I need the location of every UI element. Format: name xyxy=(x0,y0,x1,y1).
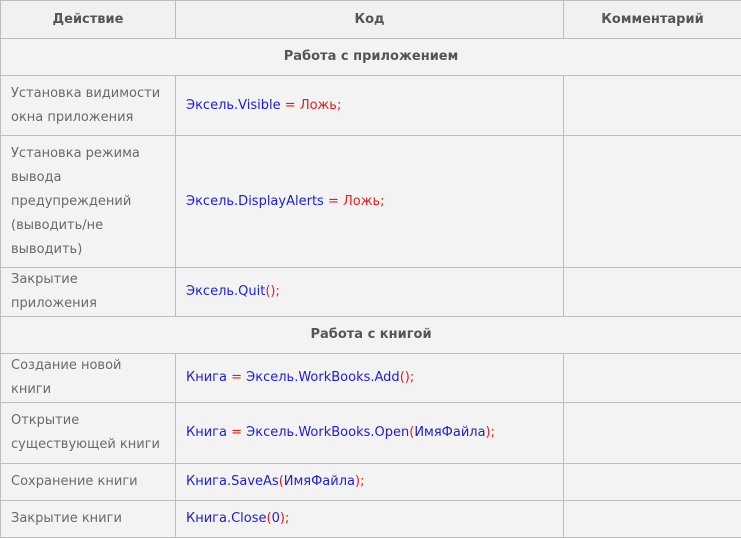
code-token: = xyxy=(227,425,246,440)
action-cell: Открытие существующей книги xyxy=(1,403,176,464)
code-line: Книга.Close(0); xyxy=(186,511,289,526)
table-row: Сохранение книги Книга.SaveAs(ИмяФайла); xyxy=(1,464,741,501)
comment-cell xyxy=(564,354,741,403)
code-token: = xyxy=(227,370,246,385)
code-token: Эксель.Quit xyxy=(186,284,265,299)
table-row: Установка режима вывода предупреждений (… xyxy=(1,136,741,268)
action-cell: Установка видимости окна приложения xyxy=(1,76,176,136)
section-row: Работа с приложением xyxy=(1,39,741,76)
comment-cell xyxy=(564,501,741,538)
code-cell: Эксель.DisplayAlerts = Ложь; xyxy=(176,136,564,268)
code-token: Эксель.DisplayAlerts xyxy=(186,194,324,209)
code-token: ); xyxy=(355,474,364,489)
action-cell: Закрытие книги xyxy=(1,501,176,538)
code-line: Книга = Эксель.WorkBooks.Open(ИмяФайла); xyxy=(186,425,495,440)
code-token: Книга xyxy=(186,425,227,440)
code-line: Эксель.Quit(); xyxy=(186,284,280,299)
action-cell: Закрытие приложения xyxy=(1,268,176,317)
reference-table: Действие Код Комментарий Работа с прилож… xyxy=(0,0,741,538)
code-token: = xyxy=(281,98,300,113)
code-token: 0 xyxy=(272,511,280,526)
code-token: Эксель.WorkBooks.Open xyxy=(246,425,409,440)
code-token: (); xyxy=(400,370,415,385)
section-title: Работа с приложением xyxy=(1,39,741,76)
comment-cell xyxy=(564,403,741,464)
code-token: ; xyxy=(380,194,384,209)
comment-cell xyxy=(564,136,741,268)
code-cell: Эксель.Quit(); xyxy=(176,268,564,317)
code-token: Книга.SaveAs xyxy=(186,474,279,489)
code-token: ); xyxy=(280,511,289,526)
action-cell: Создание новой книги xyxy=(1,354,176,403)
code-line: Эксель.Visible = Ложь; xyxy=(186,98,341,113)
code-token: = xyxy=(324,194,343,209)
table-row: Создание новой книги Книга = Эксель.WorkB… xyxy=(1,354,741,403)
table-body: Работа с приложениемУстановка видимости … xyxy=(1,39,741,538)
code-token: ИмяФайла xyxy=(284,474,355,489)
comment-cell xyxy=(564,268,741,317)
code-token: Книга.Close xyxy=(186,511,267,526)
table-row: Закрытие книги Книга.Close(0); xyxy=(1,501,741,538)
code-token: ИмяФайла xyxy=(414,425,485,440)
code-token: Эксель.WorkBooks.Add xyxy=(246,370,400,385)
code-token: ; xyxy=(337,98,341,113)
action-cell: Сохранение книги xyxy=(1,464,176,501)
code-line: Эксель.DisplayAlerts = Ложь; xyxy=(186,194,385,209)
header-row: Действие Код Комментарий xyxy=(1,1,741,39)
comment-cell xyxy=(564,464,741,501)
code-cell: Книга = Эксель.WorkBooks.Add(); xyxy=(176,354,564,403)
code-token: Эксель.Visible xyxy=(186,98,281,113)
code-line: Книга.SaveAs(ИмяФайла); xyxy=(186,474,364,489)
code-cell: Книга.Close(0); xyxy=(176,501,564,538)
code-cell: Эксель.Visible = Ложь; xyxy=(176,76,564,136)
code-token: ); xyxy=(486,425,495,440)
header-code: Код xyxy=(176,1,564,39)
table-row: Установка видимости окна приложения Эксел… xyxy=(1,76,741,136)
code-token: (); xyxy=(265,284,280,299)
comment-cell xyxy=(564,76,741,136)
table-row: Закрытие приложения Эксель.Quit(); xyxy=(1,268,741,317)
code-cell: Книга.SaveAs(ИмяФайла); xyxy=(176,464,564,501)
code-token: Ложь xyxy=(343,194,380,209)
section-row: Работа с книгой xyxy=(1,317,741,354)
header-action: Действие xyxy=(1,1,176,39)
action-cell: Установка режима вывода предупреждений (… xyxy=(1,136,176,268)
code-token: Книга xyxy=(186,370,227,385)
header-comment: Комментарий xyxy=(564,1,741,39)
code-token: Ложь xyxy=(300,98,337,113)
code-cell: Книга = Эксель.WorkBooks.Open(ИмяФайла); xyxy=(176,403,564,464)
section-title: Работа с книгой xyxy=(1,317,741,354)
table-row: Открытие существующей книги Книга = Эксел… xyxy=(1,403,741,464)
code-line: Книга = Эксель.WorkBooks.Add(); xyxy=(186,370,414,385)
